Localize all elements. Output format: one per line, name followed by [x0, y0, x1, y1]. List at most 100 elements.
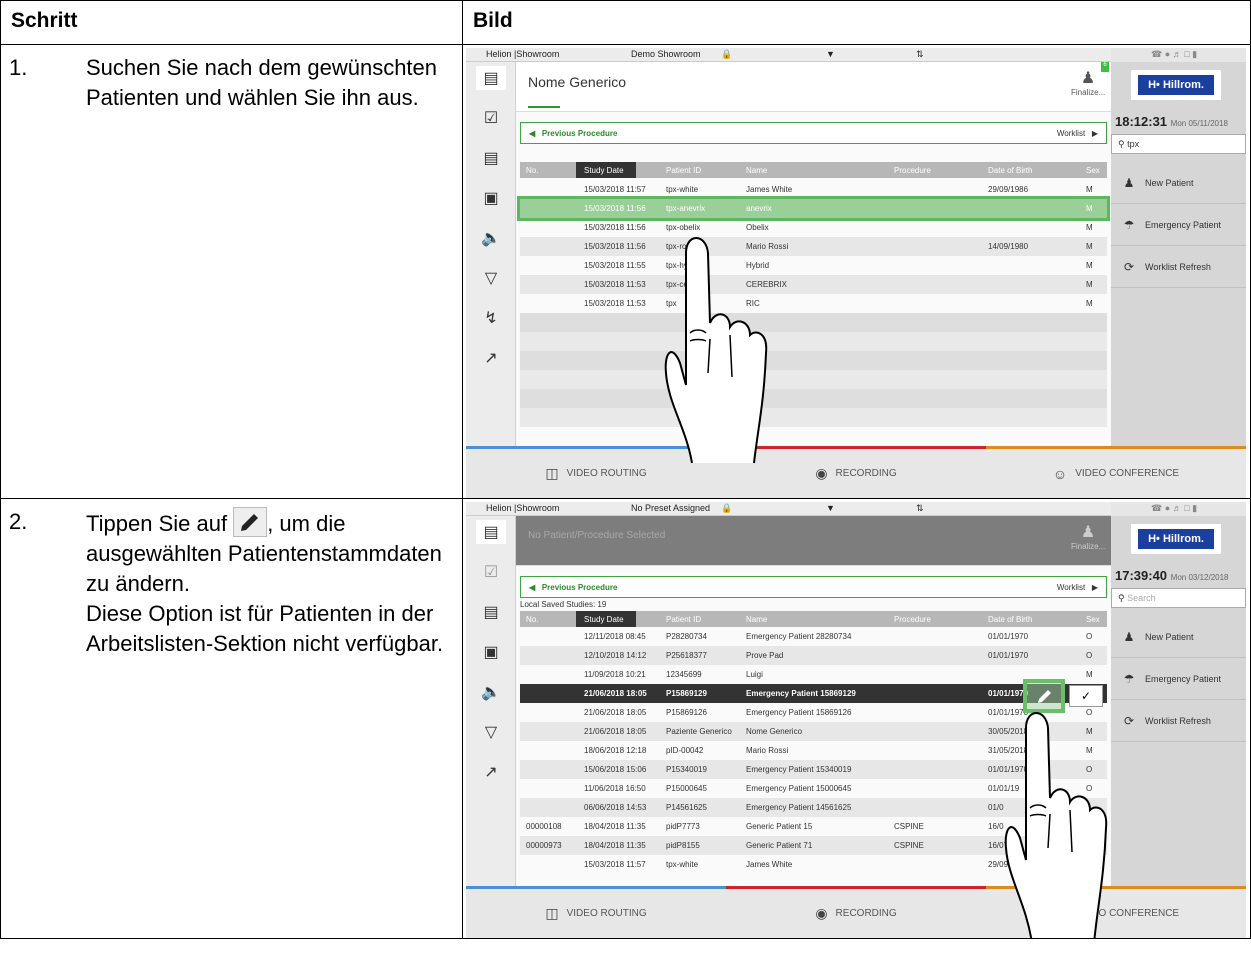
table-row[interactable]: 15/03/2018 11:55 tpx-hybrid Hybrid M	[520, 256, 1107, 275]
confirm-checkbox[interactable]: ✓	[1069, 685, 1103, 707]
col-sex[interactable]: Sex	[1086, 166, 1100, 175]
checklist-icon[interactable]: ☑	[476, 560, 506, 584]
table-row[interactable]: 15/03/2018 11:56 tpx-obelix Obelix M	[520, 218, 1107, 237]
row-sex: M	[1086, 261, 1093, 270]
col-dob[interactable]: Date of Birth	[988, 166, 1032, 175]
user-transfer-icon[interactable]: ⇅	[916, 49, 924, 60]
row-dob: 14/09/1980	[988, 242, 1029, 251]
finalize-label: Finalize...	[1071, 542, 1106, 551]
table-row[interactable]: 06/06/2018 14:53 P14561625 Emergency Patie…	[520, 798, 1107, 817]
worklist-link[interactable]: Worklist ▶	[1057, 583, 1098, 592]
checklist-icon[interactable]: ☑	[476, 106, 506, 130]
col-dob[interactable]: Date of Birth	[988, 615, 1032, 624]
search-input[interactable]: ⚲ tpx	[1111, 134, 1246, 154]
refresh-icon: ⟳	[1123, 713, 1135, 728]
worklist-refresh-button[interactable]: ⟳ Worklist Refresh	[1111, 246, 1246, 288]
worklist-refresh-button[interactable]: ⟳ Worklist Refresh	[1111, 700, 1246, 742]
row-patient-id: 12345699	[666, 670, 702, 679]
table-row[interactable]: 21/06/2018 18:05 Paziente Generico Nome Ge…	[520, 722, 1107, 741]
lock-icon[interactable]: 🔒	[721, 49, 732, 60]
col-procedure[interactable]: Procedure	[894, 615, 931, 624]
recording-tab[interactable]: ◉ RECORDING	[726, 886, 986, 938]
row-patient-id: tpx-hybrid	[666, 261, 702, 270]
emergency-patient-button[interactable]: ☂ Emergency Patient	[1111, 658, 1246, 700]
row-sex: M	[1086, 746, 1093, 755]
row-dob: 16/0	[988, 822, 1004, 831]
search-input[interactable]: ⚲ Search	[1111, 588, 1246, 608]
table-row[interactable]: 15/03/2018 11:56 tpx-anevrix anevrix M	[517, 196, 1110, 221]
col-no[interactable]: No.	[526, 615, 538, 624]
patient-name: Nome Generico	[528, 74, 627, 90]
row-sex: M	[1086, 204, 1093, 213]
user-transfer-icon[interactable]: ⇅	[916, 503, 924, 514]
camera-icon[interactable]: ↗	[476, 760, 506, 784]
table-row[interactable]: 00000108 18/04/2018 11:35 pidP7773 Generic …	[520, 817, 1107, 836]
step-text: Tippen Sie auf , um die ausgewählten Pat…	[86, 507, 454, 659]
new-patient-button[interactable]: ♟ New Patient	[1111, 162, 1246, 204]
recording-tab[interactable]: ◉ RECORDING	[726, 446, 986, 498]
surgical-light-icon[interactable]: ▽	[476, 266, 506, 290]
previous-procedure-link[interactable]: ◀ Previous Procedure	[529, 129, 617, 138]
new-patient-button[interactable]: ♟ New Patient	[1111, 616, 1246, 658]
table-row[interactable]: 15/03/2018 11:53 tpx-cere CEREBRIX M	[520, 275, 1107, 294]
patient-card-icon[interactable]: ▤	[476, 66, 506, 90]
video-conference-tab[interactable]: ☺ VIDEO CONFERENCE	[986, 446, 1246, 498]
lock-icon[interactable]: 🔒	[721, 503, 732, 514]
table-row[interactable]: 15/03/2018 11:57 tpx-white James White 29/0…	[520, 855, 1107, 874]
video-routing-tab[interactable]: ◫ VIDEO ROUTING	[466, 886, 726, 938]
emergency-patient-button[interactable]: ☂ Emergency Patient	[1111, 204, 1246, 246]
stack-icon[interactable]: ▤	[476, 600, 506, 624]
display-icon[interactable]: ▣	[476, 640, 506, 664]
table-icon[interactable]: ↯	[476, 306, 506, 330]
table-row[interactable]: 18/06/2018 12:18 pID-00042 Mario Rossi 31/0…	[520, 741, 1107, 760]
display-icon[interactable]: ▣	[476, 186, 506, 210]
camera-icon[interactable]: ↗	[476, 346, 506, 370]
clock-time: 18:12:31	[1115, 114, 1168, 129]
col-name[interactable]: Name	[746, 615, 767, 624]
worklist-link[interactable]: Worklist ▶	[1057, 129, 1098, 138]
col-study-date[interactable]: Study Date	[584, 166, 624, 175]
left-nav: ▤ ☑ ▤ ▣ 🔈 ▽ ↯ ↗	[466, 62, 516, 446]
col-procedure[interactable]: Procedure	[894, 166, 931, 175]
add-user-icon: ♟	[1123, 175, 1135, 190]
dropdown-icon[interactable]: ▼	[826, 49, 835, 59]
patient-card-icon[interactable]: ▤	[476, 520, 506, 544]
finalize-button[interactable]: ♟ Finalize...	[1071, 68, 1105, 108]
dropdown-icon[interactable]: ▼	[826, 503, 835, 513]
col-patient-id[interactable]: Patient ID	[666, 615, 701, 624]
table-row[interactable]: 21/06/2018 18:05 P15869129 Emergency Patie…	[520, 684, 1107, 703]
hillrom-logo: H• Hillrom.	[1131, 524, 1221, 554]
col-patient-id[interactable]: Patient ID	[666, 166, 701, 175]
col-study-date[interactable]: Study Date	[584, 615, 624, 624]
edit-patient-highlight[interactable]	[1023, 679, 1065, 713]
video-routing-tab[interactable]: ◫ VIDEO ROUTING	[466, 446, 726, 498]
video-conference-tab[interactable]: ☺ VIDEO CONFERENCE	[986, 886, 1246, 938]
speaker-icon[interactable]: 🔈	[476, 226, 506, 250]
col-sex[interactable]: Sex	[1086, 615, 1100, 624]
col-name[interactable]: Name	[746, 166, 767, 175]
col-no[interactable]: No.	[526, 166, 538, 175]
table-row[interactable]: 12/11/2018 08:45 P28280734 Emergency Patie…	[520, 627, 1107, 646]
table-row[interactable]: 15/03/2018 11:57 tpx-white James White 29/0…	[520, 180, 1107, 199]
patient-bar: No Patient/Procedure Selected ♟ Finalize…	[516, 516, 1111, 566]
finalize-button[interactable]: ♟ Finalize...	[1071, 522, 1105, 562]
speaker-icon[interactable]: 🔈	[476, 680, 506, 704]
row-name: Emergency Patient 14561625	[746, 803, 852, 812]
notification-badge: 6	[1101, 62, 1109, 72]
stack-icon[interactable]: ▤	[476, 146, 506, 170]
table-row[interactable]: 15/03/2018 11:56 tpx-rossi Mario Rossi 14/0…	[520, 237, 1107, 256]
clock-date: Mon 03/12/2018	[1170, 573, 1229, 582]
previous-procedure-link[interactable]: ◀ Previous Procedure	[529, 583, 617, 592]
row-name: James White	[746, 185, 793, 194]
table-row[interactable]: 11/09/2018 10:21 12345699 Luigi M	[520, 665, 1107, 684]
add-user-icon: ♟	[1123, 629, 1135, 644]
table-row[interactable]: 11/06/2018 16:50 P15000645 Emergency Patie…	[520, 779, 1107, 798]
table-row[interactable]: 12/10/2018 14:12 P25618377 Prove Pad 01/01/…	[520, 646, 1107, 665]
table-row[interactable]: 15/06/2018 15:06 P15340019 Emergency Patie…	[520, 760, 1107, 779]
emergency-patient-label: Emergency Patient	[1145, 673, 1222, 684]
surgical-light-icon[interactable]: ▽	[476, 720, 506, 744]
table-row[interactable]: 15/03/2018 11:53 tpx RIC M	[520, 294, 1107, 313]
table-row[interactable]: 00000973 18/04/2018 11:35 pidP8155 Generic …	[520, 836, 1107, 855]
row-name: James White	[746, 860, 793, 869]
table-row[interactable]: 21/06/2018 18:05 P15869126 Emergency Patie…	[520, 703, 1107, 722]
